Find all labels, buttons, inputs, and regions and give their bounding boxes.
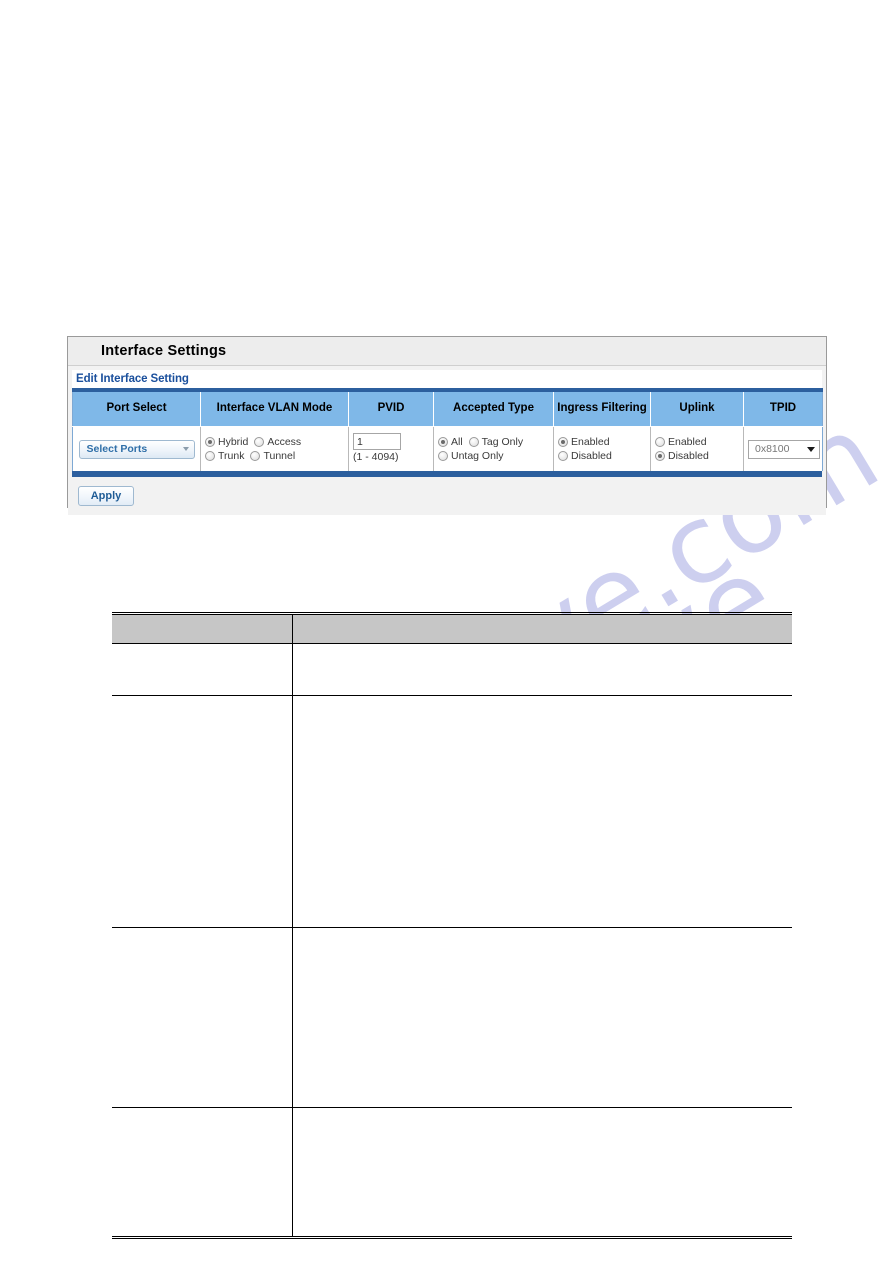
table-header-row: Port Select Interface VLAN Mode PVID Acc… [72, 390, 823, 427]
table-row [112, 695, 792, 928]
radio-label: Disabled [668, 450, 709, 462]
desc-cell-object [112, 695, 293, 928]
radio-label: All [451, 435, 463, 448]
parameter-description-table [112, 612, 792, 1239]
radio-accepted-type-all[interactable]: All [438, 435, 463, 449]
column-header-uplink: Uplink [650, 390, 744, 427]
radio-label: Access [267, 435, 302, 448]
desc-cell-description [292, 695, 792, 928]
panel-body: Edit Interface Setting Port Select Inter… [68, 370, 826, 515]
tpid-value: 0x8100 [755, 442, 790, 455]
radio-indicator-icon [655, 436, 665, 447]
column-header-interface-vlan-mode: Interface VLAN Mode [200, 390, 349, 427]
radio-uplink-disabled[interactable]: Disabled [655, 449, 709, 463]
ingress-filtering-radio-group: Enabled Disabled [558, 435, 646, 463]
chevron-down-icon [182, 447, 189, 451]
radio-label: Untag Only [451, 450, 504, 462]
radio-label: Trunk [218, 450, 245, 462]
radio-label: Tag Only [481, 435, 524, 448]
radio-accepted-type-tag-only[interactable]: Tag Only [468, 435, 524, 449]
radio-indicator-icon [558, 436, 568, 447]
column-header-pvid: PVID [348, 390, 434, 427]
radio-label: Disabled [571, 450, 612, 462]
table-row [112, 643, 792, 696]
desc-column-header-object [112, 613, 293, 644]
radio-label: Hybrid [218, 435, 249, 448]
port-select-value: Select Ports [86, 442, 148, 455]
radio-label: Enabled [571, 435, 610, 448]
cell-accepted-type: All Tag Only Untag Only [433, 426, 554, 471]
accepted-type-radio-group: All Tag Only Untag Only [438, 435, 549, 463]
radio-label: Enabled [668, 435, 707, 448]
radio-label: Tunnel [263, 450, 296, 462]
column-header-tpid: TPID [743, 390, 823, 427]
apply-row: Apply [68, 477, 826, 515]
cell-uplink: Enabled Disabled [650, 426, 744, 471]
desc-column-header-description [292, 613, 792, 644]
radio-indicator-icon [438, 451, 448, 462]
port-select-dropdown[interactable]: Select Ports [78, 439, 195, 459]
radio-indicator-icon [254, 436, 265, 447]
apply-button[interactable]: Apply [78, 486, 134, 506]
radio-indicator-icon [438, 436, 448, 447]
chevron-down-icon [807, 446, 815, 452]
radio-indicator-icon [205, 436, 215, 447]
radio-ingress-filtering-disabled[interactable]: Disabled [558, 449, 612, 463]
column-header-accepted-type: Accepted Type [433, 390, 554, 427]
desc-table-header-row [112, 613, 792, 644]
table-row [112, 927, 792, 1108]
desc-cell-description [292, 1107, 792, 1238]
uplink-radio-group: Enabled Disabled [655, 435, 739, 463]
section-heading: Edit Interface Setting [72, 370, 822, 388]
pvid-field-group: (1 - 4094) [353, 433, 429, 464]
cell-tpid: 0x8100 [743, 426, 823, 471]
radio-vlan-mode-hybrid[interactable]: Hybrid [205, 435, 248, 449]
radio-vlan-mode-trunk[interactable]: Trunk [205, 449, 244, 463]
pvid-input[interactable] [353, 433, 401, 451]
radio-indicator-icon [205, 451, 215, 462]
page-title: Interface Settings [68, 337, 826, 366]
desc-cell-object [112, 643, 293, 696]
radio-accepted-type-untag-only[interactable]: Untag Only [438, 449, 504, 463]
radio-ingress-filtering-enabled[interactable]: Enabled [558, 435, 610, 449]
column-header-port-select: Port Select [72, 390, 201, 427]
column-header-ingress-filtering: Ingress Filtering [553, 390, 651, 427]
desc-cell-object [112, 927, 293, 1108]
radio-indicator-icon [468, 436, 479, 447]
table-row: Select Ports Hybrid Access Trunk Tunnel … [72, 426, 823, 471]
cell-pvid: (1 - 4094) [348, 426, 434, 471]
vlan-mode-radio-group: Hybrid Access Trunk Tunnel [205, 435, 344, 463]
desc-cell-description [292, 927, 792, 1108]
radio-indicator-icon [558, 451, 568, 462]
cell-ingress-filtering: Enabled Disabled [553, 426, 651, 471]
radio-vlan-mode-access[interactable]: Access [254, 435, 301, 449]
radio-vlan-mode-tunnel[interactable]: Tunnel [250, 449, 295, 463]
radio-uplink-enabled[interactable]: Enabled [655, 435, 707, 449]
radio-indicator-icon [655, 451, 665, 462]
interface-settings-panel: Interface Settings Edit Interface Settin… [67, 336, 827, 515]
interface-settings-table: Port Select Interface VLAN Mode PVID Acc… [72, 388, 823, 471]
cell-interface-vlan-mode: Hybrid Access Trunk Tunnel [200, 426, 349, 471]
table-row [112, 1107, 792, 1238]
tpid-dropdown[interactable]: 0x8100 [748, 439, 820, 459]
radio-indicator-icon [250, 451, 261, 462]
desc-cell-object [112, 1107, 293, 1238]
desc-cell-description [292, 643, 792, 696]
cell-port-select: Select Ports [72, 426, 201, 471]
pvid-range-hint: (1 - 4094) [353, 451, 399, 464]
